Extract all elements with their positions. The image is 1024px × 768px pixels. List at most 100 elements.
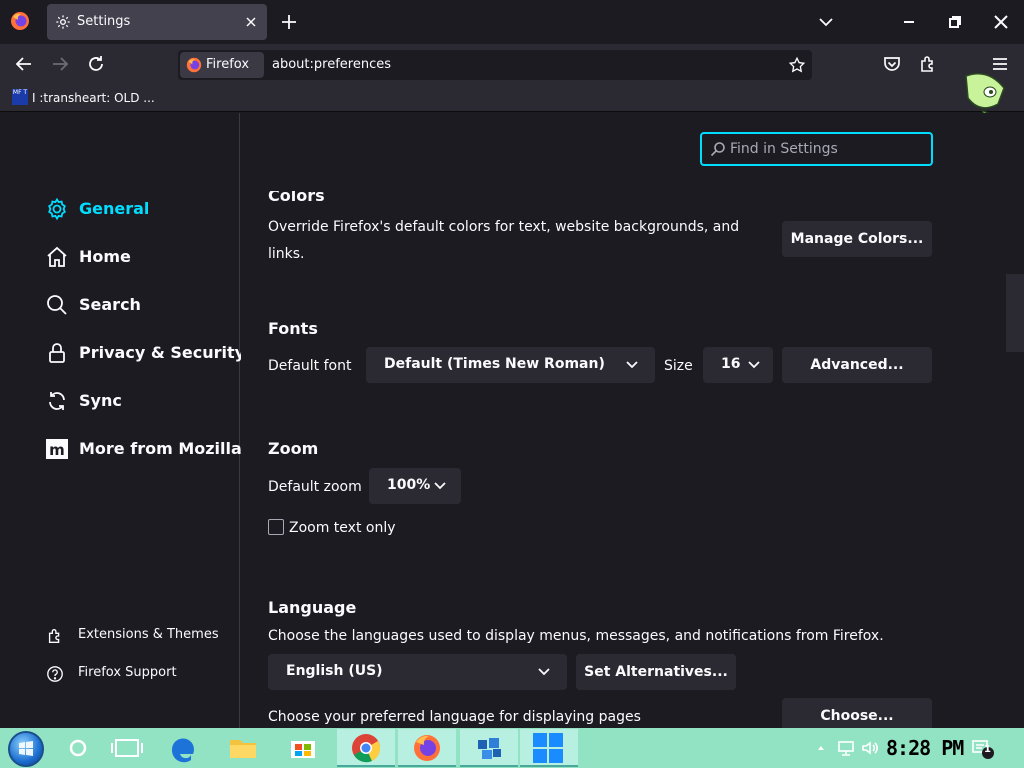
back-arrow-icon[interactable] <box>14 54 34 74</box>
sidebar-item-label: Privacy & Security <box>79 343 246 362</box>
firefox-support-link[interactable]: Firefox Support <box>46 663 236 683</box>
search-input[interactable] <box>730 138 926 160</box>
tab-title: Settings <box>77 14 131 29</box>
default-font-value: Default (Times New Roman) <box>384 356 605 372</box>
sidebar-item-label: More from Mozilla <box>79 439 242 458</box>
sync-icon <box>45 389 69 413</box>
start-button[interactable] <box>8 731 44 767</box>
file-explorer-icon[interactable] <box>214 729 272 767</box>
gear-icon <box>55 14 71 30</box>
puzzle-icon <box>46 627 64 645</box>
windows-logo-icon[interactable] <box>520 729 578 767</box>
app-blocks-icon[interactable] <box>460 729 518 767</box>
language-description: Choose the languages used to display men… <box>268 628 884 644</box>
help-icon <box>46 665 64 683</box>
zoom-heading: Zoom <box>268 439 319 458</box>
page-scrollbar[interactable] <box>1006 274 1024 352</box>
bookmarks-toolbar: MF T I :transheart: OLD ... <box>0 84 1024 112</box>
language-heading: Language <box>268 598 357 617</box>
gear-icon <box>45 197 69 221</box>
fonts-heading: Fonts <box>268 319 318 338</box>
advanced-fonts-button[interactable]: Advanced... <box>782 347 932 383</box>
close-tab-icon[interactable] <box>243 14 259 30</box>
pocket-icon[interactable] <box>882 54 902 74</box>
sidebar-item-label: Search <box>79 295 141 314</box>
zoom-text-only-checkbox[interactable] <box>268 519 284 535</box>
font-size-select[interactable]: 16 <box>703 347 773 383</box>
extensions-themes-link[interactable]: Extensions & Themes <box>46 625 236 645</box>
chrome-icon[interactable] <box>337 729 395 767</box>
edge-icon[interactable] <box>154 729 212 767</box>
find-in-settings-box[interactable] <box>700 132 933 166</box>
default-font-select[interactable]: Default (Times New Roman) <box>366 347 655 383</box>
windows-taskbar: 8:28 PM 1 <box>0 728 1024 768</box>
extensions-themes-label: Extensions & Themes <box>78 627 219 642</box>
default-zoom-value: 100% <box>387 477 431 493</box>
sidebar-item-home[interactable]: Home <box>45 243 235 271</box>
firefox-taskbar-icon[interactable] <box>398 729 456 767</box>
list-all-tabs-chevron-down-icon[interactable] <box>816 12 836 32</box>
notification-count-badge: 1 <box>984 744 991 755</box>
identity-label: Firefox <box>206 57 250 72</box>
settings-main-pane: Colors Override Firefox's default colors… <box>241 113 1024 728</box>
new-tab-button[interactable] <box>279 12 299 32</box>
store-icon[interactable] <box>274 729 332 767</box>
search-icon <box>45 293 69 317</box>
colors-description: Override Firefox's default colors for te… <box>268 219 740 262</box>
bookmark-favicon-icon: MF T <box>12 89 28 105</box>
firefox-app-icon[interactable] <box>10 11 30 31</box>
show-hidden-icons-icon[interactable] <box>816 738 826 758</box>
set-alternatives-button[interactable]: Set Alternatives... <box>576 654 736 690</box>
sidebar-item-search[interactable]: Search <box>45 291 235 319</box>
chevron-down-icon <box>433 480 447 492</box>
url-bar[interactable]: Firefox about:preferences <box>178 50 812 80</box>
chevron-down-icon <box>747 359 761 371</box>
bookmark-item[interactable]: I :transheart: OLD ... <box>32 91 155 105</box>
sidebar-item-label: Sync <box>79 391 122 410</box>
extensions-puzzle-icon[interactable] <box>918 54 938 74</box>
search-icon <box>710 141 726 157</box>
browser-language-select[interactable]: English (US) <box>268 654 567 690</box>
firefox-support-label: Firefox Support <box>78 665 177 680</box>
lock-icon <box>45 341 69 365</box>
mozilla-icon: m <box>45 437 69 461</box>
sidebar-item-sync[interactable]: Sync <box>45 387 235 415</box>
default-zoom-select[interactable]: 100% <box>369 468 461 504</box>
network-icon[interactable] <box>836 738 856 758</box>
default-zoom-label: Default zoom <box>268 479 362 495</box>
navigation-toolbar: Firefox about:preferences <box>0 44 1024 84</box>
browser-language-value: English (US) <box>286 663 383 679</box>
sidebar-item-more-from-mozilla[interactable]: m More from Mozilla <box>45 435 242 463</box>
task-view-icon[interactable] <box>98 729 156 767</box>
restore-button[interactable] <box>944 11 966 33</box>
size-label: Size <box>664 358 693 374</box>
sidebar-item-label: Home <box>79 247 131 266</box>
sidebar-item-general[interactable]: General <box>45 195 235 223</box>
svg-text:m: m <box>49 441 65 459</box>
firefox-icon <box>186 57 202 73</box>
home-icon <box>45 245 69 269</box>
chevron-down-icon <box>537 666 551 678</box>
forward-arrow-icon[interactable] <box>50 54 70 74</box>
bookmark-star-icon[interactable] <box>788 56 806 74</box>
minimize-button[interactable] <box>898 11 920 33</box>
url-text[interactable]: about:preferences <box>272 57 391 72</box>
sidebar-item-label: General <box>79 199 150 218</box>
choose-language-button[interactable]: Choose... <box>782 698 932 728</box>
tab-settings[interactable]: Settings <box>47 4 267 40</box>
close-window-button[interactable] <box>990 11 1012 33</box>
sidebar-item-privacy-security[interactable]: Privacy & Security <box>45 339 245 367</box>
identity-box[interactable]: Firefox <box>180 52 264 78</box>
chevron-down-icon <box>625 359 639 371</box>
zoom-text-only-label[interactable]: Zoom text only <box>289 515 396 542</box>
colors-heading: Colors <box>268 186 325 205</box>
taskbar-clock[interactable]: 8:28 PM <box>886 736 964 760</box>
manage-colors-button[interactable]: Manage Colors... <box>782 221 932 257</box>
categories-sidebar: General Home Search Privacy & Security S… <box>0 113 245 728</box>
reload-icon[interactable] <box>86 54 106 74</box>
action-center-icon[interactable]: 1 <box>970 738 996 759</box>
tab-strip: Settings <box>0 0 1024 44</box>
volume-icon[interactable] <box>860 738 880 758</box>
page-language-description: Choose your preferred language for displ… <box>268 709 641 725</box>
default-font-label: Default font <box>268 358 352 374</box>
